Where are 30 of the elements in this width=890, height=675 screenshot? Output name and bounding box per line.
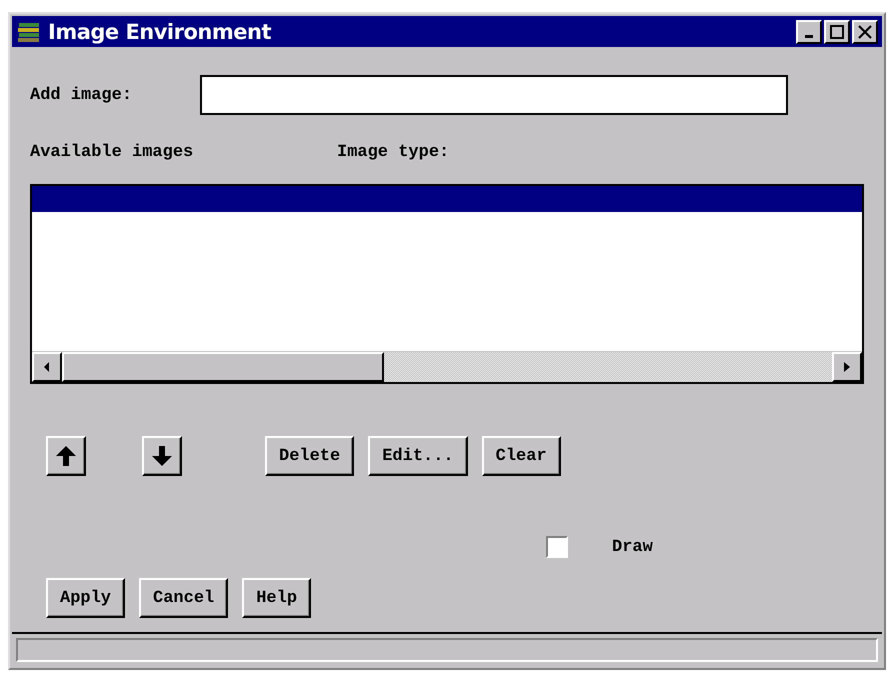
add-image-label: Add image: [30,86,134,105]
action-button[interactable]: Delete [265,436,354,476]
add-image-field[interactable] [200,75,788,116]
maximize-icon [830,24,844,39]
action-button[interactable]: Edit... [368,436,468,476]
horizontal-scrollbar[interactable] [32,351,862,382]
scroll-left-button[interactable] [32,352,62,382]
close-button[interactable] [852,20,878,44]
move-down-button[interactable] [142,436,182,476]
scroll-right-button[interactable] [832,352,862,382]
dialog-button[interactable]: Cancel [139,578,228,618]
minimize-button[interactable] [796,20,822,44]
close-icon [858,24,872,39]
left-arrow-icon [44,362,50,372]
move-up-button[interactable] [46,436,86,476]
draw-label: Draw [612,538,653,557]
action-button[interactable]: Clear [482,436,561,476]
window-title: Image Environment [48,20,272,44]
column-header: Available images [30,143,194,162]
scroll-thumb[interactable] [62,352,384,382]
column-header: Image type: [337,143,450,162]
image-list[interactable] [30,184,864,384]
dialog-button[interactable]: Help [242,578,312,618]
right-arrow-icon [844,362,850,372]
up-arrow-icon [55,445,77,468]
draw-checkbox[interactable] [546,536,568,558]
down-arrow-icon [151,445,173,468]
minimize-icon [805,34,813,38]
dialog-button[interactable]: Apply [46,578,126,618]
maximize-button[interactable] [824,20,850,44]
